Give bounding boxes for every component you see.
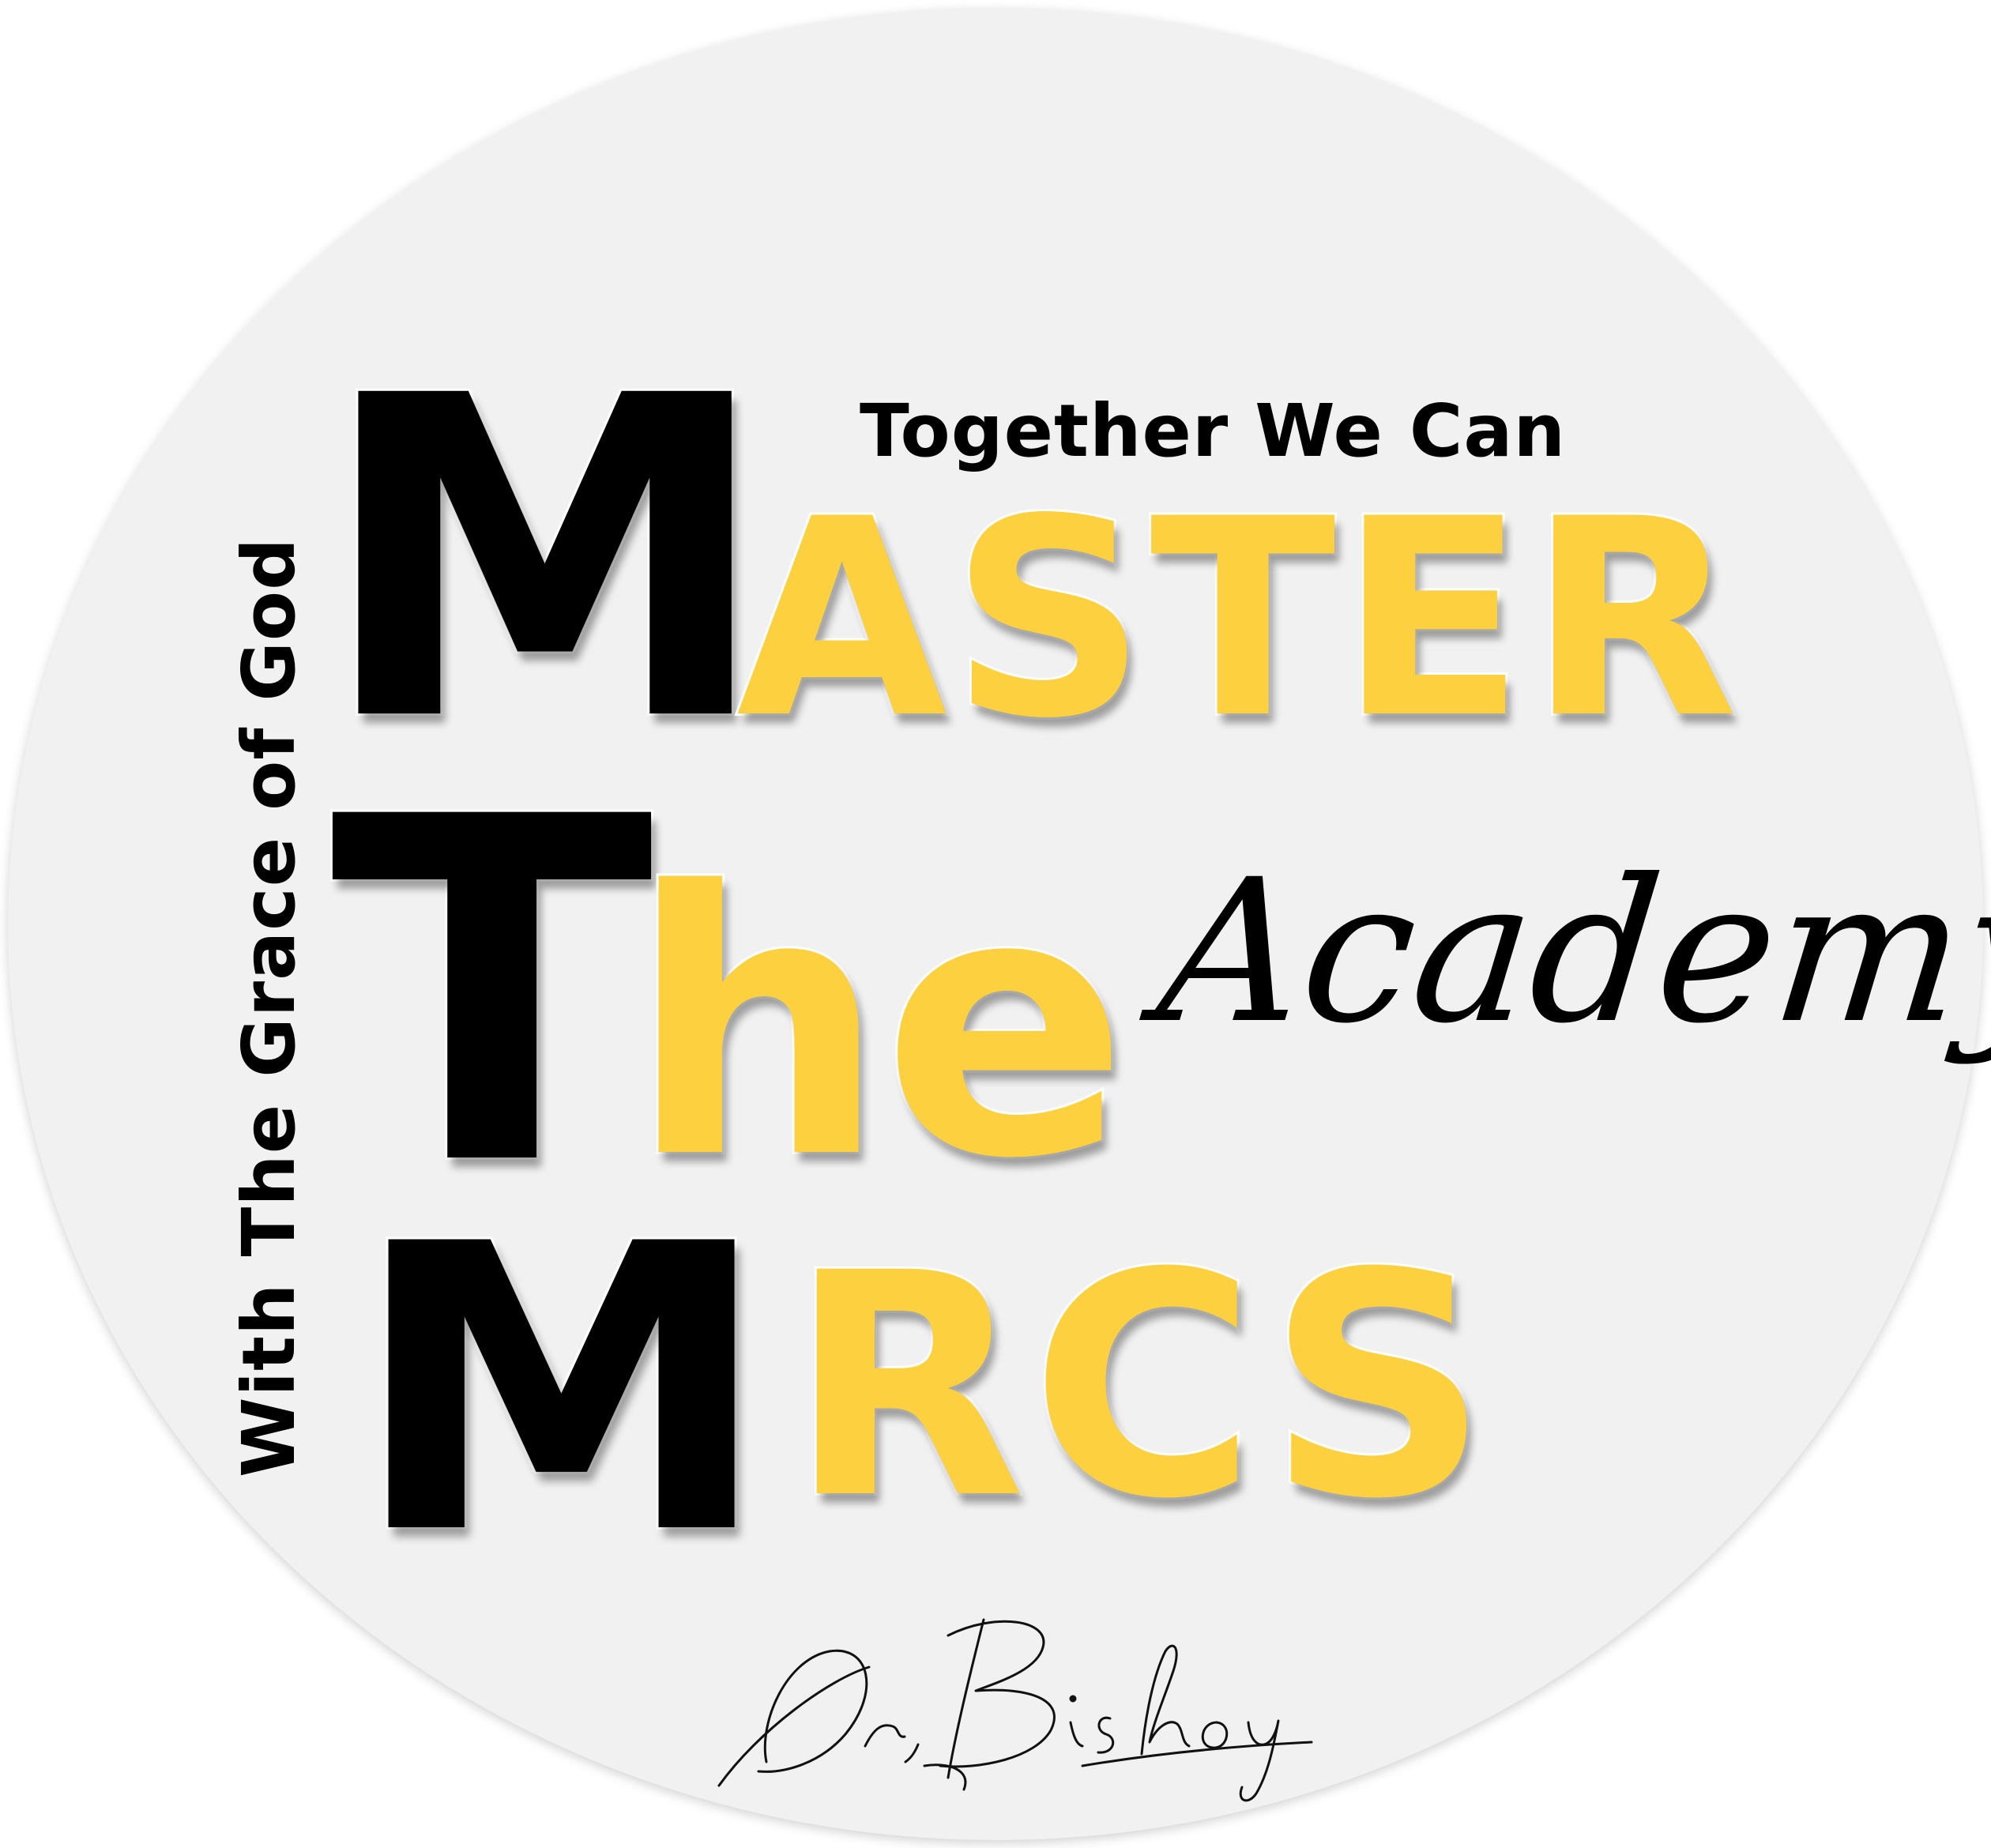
logo-vertical-tagline: With The Grace of God: [227, 537, 311, 1477]
logo-letter-t-the: T: [328, 717, 656, 1270]
logo-word-he: he: [626, 815, 1131, 1238]
logo-tagline: Together We Can: [860, 389, 1566, 473]
logo-word-rcs: RCS: [786, 1207, 1494, 1566]
logo-letter-m-master: M: [314, 303, 777, 819]
logo-script-academy: Academy: [1149, 837, 1991, 1067]
logo-letter-m-mrcs: M: [347, 1161, 777, 1620]
signature-dr-bishoy: [717, 1618, 1313, 1802]
logo-word-aster: ASTER: [734, 461, 1742, 778]
